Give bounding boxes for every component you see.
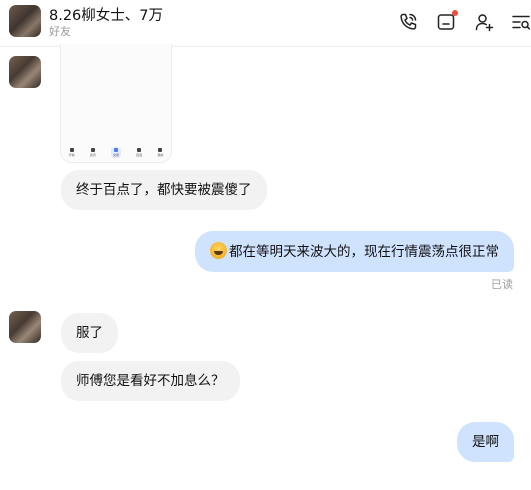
phone-call-icon[interactable] [397,11,419,33]
message-text: 终于百点了，都快要被震傻了 [76,182,252,198]
message-bubble[interactable]: 是啊 [457,422,514,462]
image-tab: 资讯 [90,147,96,157]
image-tabbar: 行情 资讯 交易 自选 我的 [61,142,171,162]
message-text: 服了 [76,325,103,341]
contact-avatar-1[interactable] [9,56,41,88]
contact-relation: 好友 [49,25,71,38]
contact-avatar[interactable] [9,5,41,37]
message-text: 都在等明天来波大的，现在行情震荡点很正常 [229,244,499,260]
message-text: 师傅您是看好不加息么？ [76,373,225,389]
read-status: 已读 [491,278,513,291]
contact-avatar-2[interactable] [9,311,41,343]
add-friend-icon[interactable] [473,11,495,33]
inbox-icon[interactable] [435,10,458,33]
menu-icon[interactable] [510,11,531,33]
image-tab: 自选 [136,147,142,157]
notification-dot [452,10,458,16]
image-tab: 行情 [69,147,75,157]
message-bubble[interactable]: 师傅您是看好不加息么？ [61,361,240,401]
message-bubble[interactable]: 都在等明天来波大的，现在行情震荡点很正常 [195,231,514,272]
image-tab: 交易 [110,146,121,158]
message-bubble[interactable]: 终于百点了，都快要被震傻了 [61,170,267,210]
laughing-tears-emoji-icon [210,242,227,259]
chat-header: 8.26柳女士、7万 好友 [0,0,531,47]
image-tab: 我的 [157,147,163,157]
image-message[interactable]: 行情 资讯 交易 自选 我的 [60,44,172,163]
contact-name[interactable]: 8.26柳女士、7万 [49,4,163,25]
message-bubble[interactable]: 服了 [61,313,118,353]
message-text: 是啊 [472,434,499,450]
